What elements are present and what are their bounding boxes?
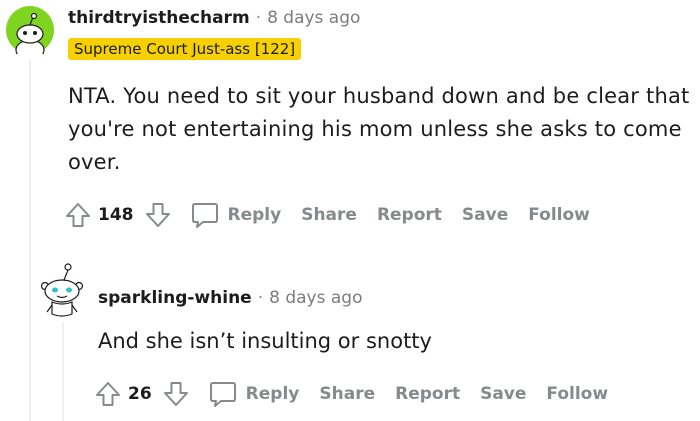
save-button[interactable]: Save [462,205,508,225]
report-button[interactable]: Report [377,205,442,225]
reply-actions: 26 Reply Share Report Save Follow [94,380,608,408]
report-button[interactable]: Report [395,384,460,404]
comment-body: NTA. You need to sit your husband down a… [68,84,690,174]
reply-avatar[interactable] [38,262,86,320]
reply-label: Reply [227,205,282,225]
comment-author[interactable]: thirdtryisthecharm [68,8,250,28]
comment-bubble-icon [190,201,220,229]
share-button[interactable]: Share [301,205,357,225]
upvote-icon[interactable] [94,380,122,408]
avatar[interactable] [6,6,54,61]
comment-timestamp[interactable]: 8 days ago [267,8,360,28]
thread-line-main[interactable] [29,60,31,421]
snoo-avatar-icon [6,6,54,61]
comment-bubble-icon [208,380,238,408]
follow-button[interactable]: Follow [546,384,608,404]
meta-separator: · [255,8,262,28]
reply-timestamp[interactable]: 8 days ago [269,288,362,308]
snoo-avatar-icon [40,263,84,317]
vote-count: 26 [128,384,152,404]
downvote-icon[interactable] [144,201,172,229]
comment-meta: thirdtryisthecharm · 8 days ago [68,8,360,28]
save-button[interactable]: Save [480,384,526,404]
reply-label: Reply [245,384,300,404]
vote-count: 148 [98,205,134,225]
reply-button[interactable]: Reply [208,380,300,408]
share-button[interactable]: Share [319,384,375,404]
downvote-icon[interactable] [162,380,190,408]
user-flair: Supreme Court Just-ass [122] [68,38,302,60]
comment-actions: 148 Reply Share Report Save Follow [64,201,590,229]
reply-meta: sparkling-whine · 8 days ago [98,288,362,308]
upvote-icon[interactable] [64,201,92,229]
reply-author[interactable]: sparkling-whine [98,288,252,308]
meta-separator: · [257,288,264,308]
follow-button[interactable]: Follow [528,205,590,225]
thread-line-reply[interactable] [62,322,64,421]
reply-button[interactable]: Reply [190,201,282,229]
reply-body: And she isn’t insulting or snotty [98,329,432,353]
